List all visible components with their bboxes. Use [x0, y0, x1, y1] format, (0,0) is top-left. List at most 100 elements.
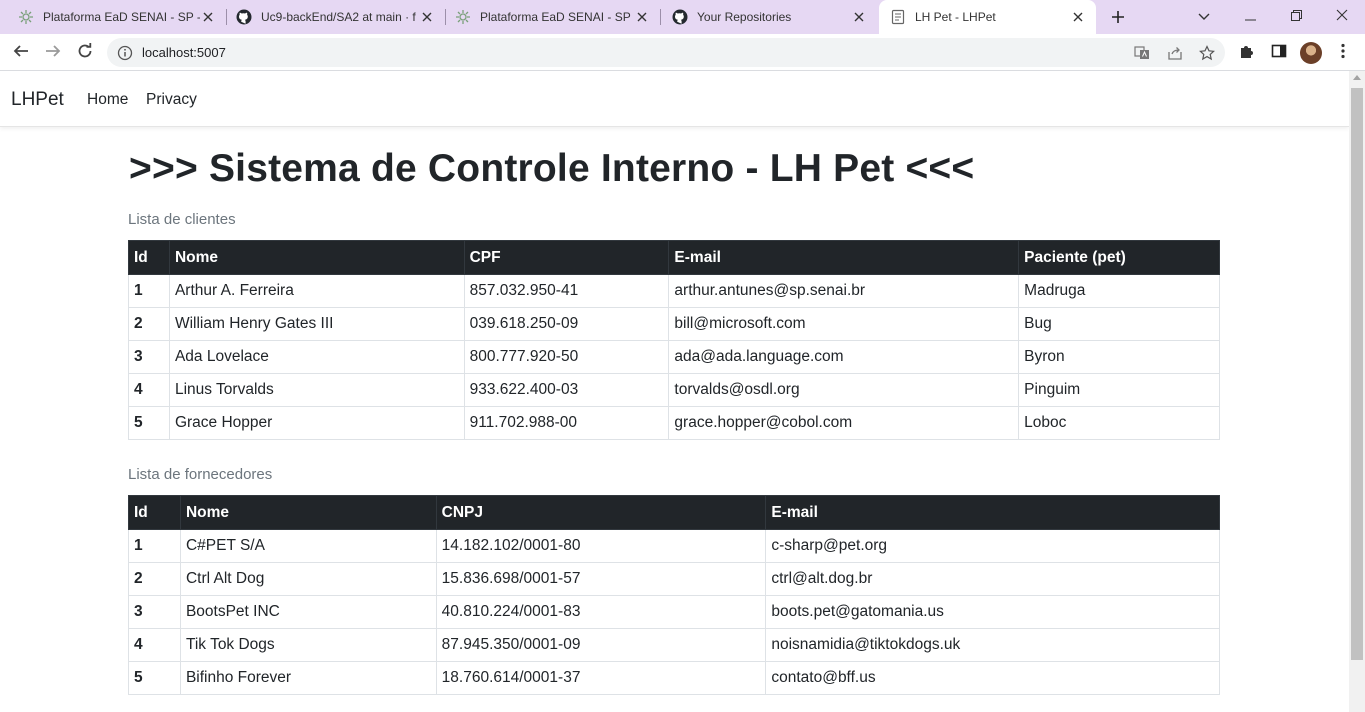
cell-cnpj: 40.810.224/0001-83 [435, 595, 767, 629]
cell-pet: Madruga [1018, 274, 1220, 308]
cell-cpf: 911.702.988-00 [463, 406, 670, 440]
table-row: 5 Bifinho Forever 18.760.614/0001-37 con… [128, 661, 1220, 695]
column-header-cpf: CPF [463, 240, 670, 275]
close-tab-icon[interactable] [851, 9, 867, 25]
cell-id: 2 [128, 562, 181, 596]
cell-nome: Bifinho Forever [179, 661, 437, 695]
cell-cpf: 857.032.950-41 [463, 274, 670, 308]
table-header-row: Id Nome CNPJ E-mail [128, 495, 1220, 530]
back-button[interactable] [8, 40, 34, 66]
side-panel-button[interactable] [1269, 43, 1289, 63]
cell-email: noisnamidia@tiktokdogs.uk [765, 628, 1220, 662]
arrow-right-icon [45, 43, 61, 64]
cell-id: 1 [128, 274, 170, 308]
column-header-pet: Paciente (pet) [1018, 240, 1220, 275]
reload-icon [77, 42, 93, 64]
suppliers-table: Id Nome CNPJ E-mail 1 C#PET S/A 14.182.1… [128, 495, 1220, 695]
cell-email: ctrl@alt.dog.br [765, 562, 1220, 596]
kebab-menu-icon [1341, 43, 1345, 64]
column-header-id: Id [128, 240, 170, 275]
reload-button[interactable] [72, 40, 98, 66]
tab-title: Your Repositories [697, 10, 792, 24]
cell-cpf: 933.622.400-03 [463, 373, 670, 407]
scroll-up-arrow-icon[interactable] [1353, 75, 1361, 80]
cell-email: c-sharp@pet.org [765, 529, 1220, 563]
page-scrollbar[interactable] [1349, 71, 1365, 712]
cell-nome: Ada Lovelace [168, 340, 465, 374]
close-window-button[interactable] [1319, 0, 1365, 34]
cell-pet: Bug [1018, 307, 1220, 341]
cell-cnpj: 14.182.102/0001-80 [435, 529, 767, 563]
table-row: 1 Arthur A. Ferreira 857.032.950-41 arth… [128, 274, 1220, 308]
profile-avatar[interactable] [1300, 42, 1322, 64]
senai-favicon-icon [455, 9, 471, 25]
cell-id: 4 [128, 628, 181, 662]
senai-favicon-icon [18, 9, 34, 25]
tab-title: LH Pet - LHPet [915, 10, 996, 24]
cell-email: contato@bff.us [765, 661, 1220, 695]
restore-button[interactable] [1273, 0, 1319, 34]
cell-email: torvalds@osdl.org [668, 373, 1020, 407]
cell-id: 2 [128, 307, 170, 341]
address-bar[interactable]: localhost:5007 [107, 38, 1225, 67]
github-favicon-icon [236, 9, 252, 25]
table-row: 2 Ctrl Alt Dog 15.836.698/0001-57 ctrl@a… [128, 562, 1220, 596]
github-favicon-icon [672, 9, 688, 25]
tab-strip: Plataforma EaD SENAI - SP - Uc9-backEnd/… [0, 0, 1365, 34]
browser-menu-button[interactable] [1333, 43, 1353, 63]
clients-table: Id Nome CPF E-mail Paciente (pet) 1 Arth… [128, 240, 1220, 440]
page-favicon-icon [890, 9, 906, 25]
cell-nome: C#PET S/A [179, 529, 437, 563]
cell-cpf: 800.777.920-50 [463, 340, 670, 374]
tab-github-sa2[interactable]: Uc9-backEnd/SA2 at main · f [227, 0, 445, 34]
close-tab-icon[interactable] [634, 9, 650, 25]
share-icon[interactable] [1166, 44, 1184, 62]
cell-email: arthur.antunes@sp.senai.br [668, 274, 1020, 308]
browser-toolbar: localhost:5007 [0, 34, 1365, 71]
tab-title: Uc9-backEnd/SA2 at main · f [261, 10, 416, 24]
extensions-button[interactable] [1237, 43, 1257, 63]
column-header-email: E-mail [765, 495, 1220, 530]
table-row: 1 C#PET S/A 14.182.102/0001-80 c-sharp@p… [128, 529, 1220, 563]
tab-senai-2[interactable]: Plataforma EaD SENAI - SP - [446, 0, 660, 34]
nav-link-privacy[interactable]: Privacy [146, 91, 197, 109]
tab-your-repositories[interactable]: Your Repositories [661, 0, 877, 34]
column-header-email: E-mail [668, 240, 1020, 275]
brand-link[interactable]: LHPet [11, 89, 64, 111]
table-row: 3 Ada Lovelace 800.777.920-50 ada@ada.la… [128, 340, 1220, 374]
site-navbar: LHPet Home Privacy [0, 71, 1349, 127]
url-text[interactable]: localhost:5007 [142, 45, 226, 60]
restore-icon [1290, 8, 1302, 26]
site-info-icon[interactable] [117, 45, 133, 61]
forward-button[interactable] [40, 40, 66, 66]
column-header-nome: Nome [168, 240, 465, 275]
cell-email: ada@ada.language.com [668, 340, 1020, 374]
cell-cnpj: 15.836.698/0001-57 [435, 562, 767, 596]
cell-nome: Ctrl Alt Dog [179, 562, 437, 596]
cell-id: 5 [128, 406, 170, 440]
cell-id: 1 [128, 529, 181, 563]
new-tab-button[interactable] [1106, 5, 1130, 29]
column-header-cnpj: CNPJ [435, 495, 767, 530]
minimize-button[interactable] [1227, 0, 1273, 34]
cell-pet: Pinguim [1018, 373, 1220, 407]
minimize-icon [1244, 8, 1256, 26]
bookmark-star-icon[interactable] [1198, 44, 1216, 62]
translate-icon[interactable] [1133, 44, 1151, 62]
cell-cpf: 039.618.250-09 [463, 307, 670, 341]
close-tab-icon[interactable] [1070, 9, 1086, 25]
cell-nome: Linus Torvalds [168, 373, 465, 407]
tab-lh-pet[interactable]: LH Pet - LHPet [879, 0, 1096, 34]
cell-nome: BootsPet INC [179, 595, 437, 629]
tab-search-button[interactable] [1181, 0, 1227, 34]
scrollbar-thumb[interactable] [1351, 88, 1363, 660]
close-tab-icon[interactable] [200, 9, 216, 25]
tab-senai-1[interactable]: Plataforma EaD SENAI - SP - [0, 0, 226, 34]
close-tab-icon[interactable] [419, 9, 435, 25]
nav-link-home[interactable]: Home [87, 91, 128, 109]
cell-nome: Tik Tok Dogs [179, 628, 437, 662]
cell-id: 4 [128, 373, 170, 407]
tab-title: Plataforma EaD SENAI - SP - [480, 10, 635, 24]
table-row: 4 Linus Torvalds 933.622.400-03 torvalds… [128, 373, 1220, 407]
suppliers-caption: Lista de fornecedores [128, 466, 273, 483]
